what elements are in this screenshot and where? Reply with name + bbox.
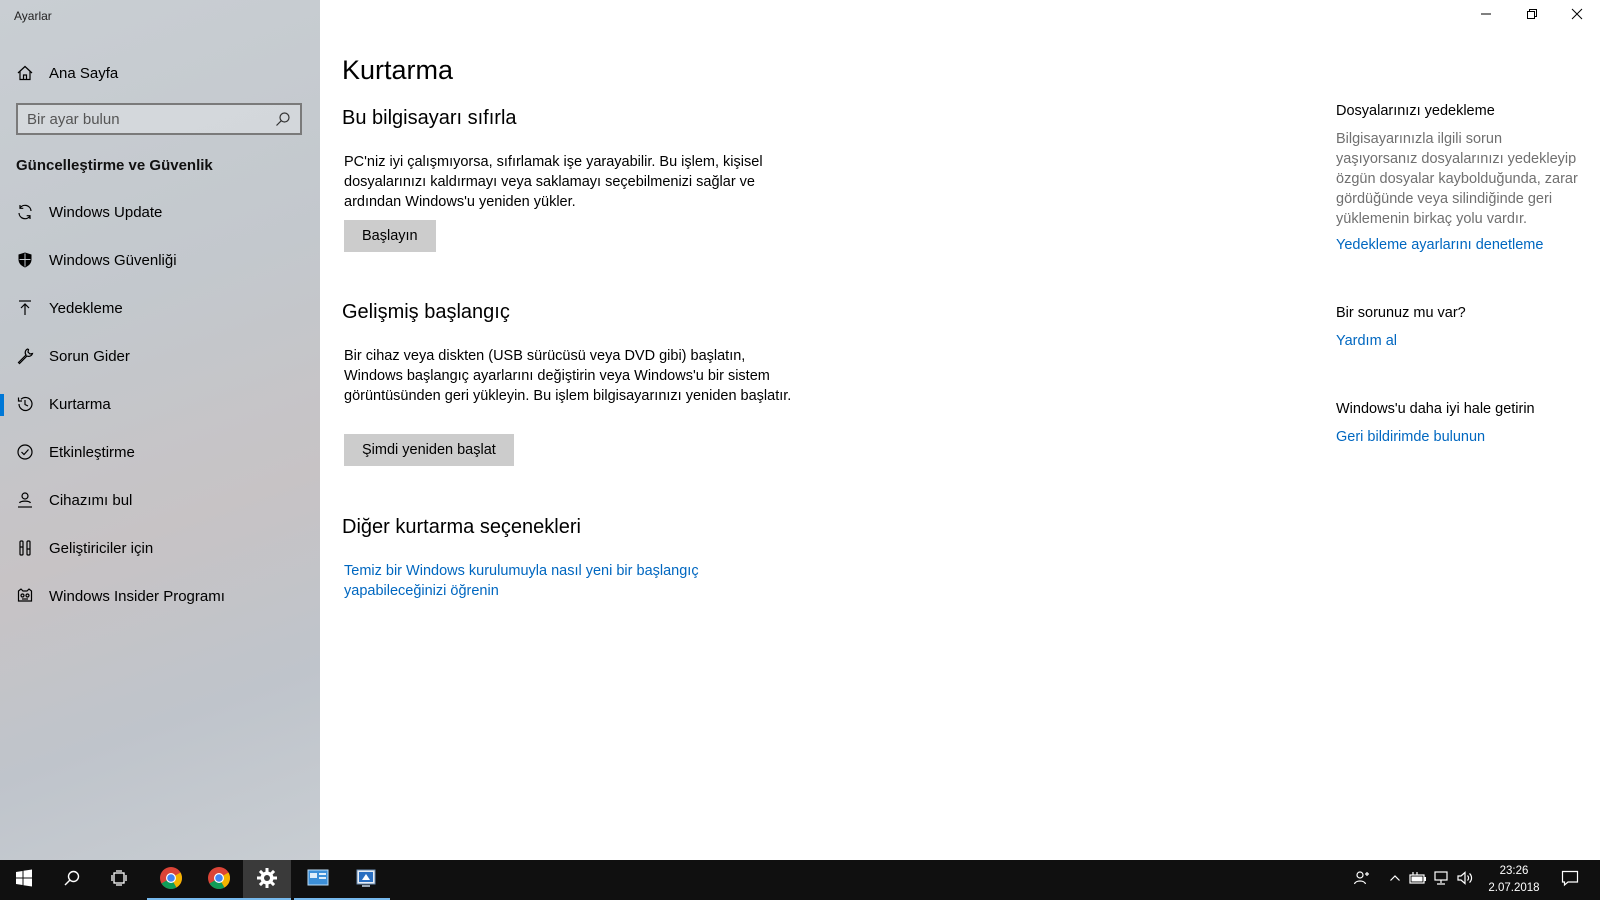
- network-button[interactable]: [1431, 860, 1451, 900]
- minimize-button[interactable]: [1463, 0, 1509, 32]
- restore-button[interactable]: [1509, 0, 1555, 32]
- sidebar-item-activation[interactable]: Etkinleştirme: [0, 428, 320, 476]
- sidebar: Ayarlar Ana Sayfa Güncelleştirme ve Güve…: [0, 0, 320, 860]
- people-icon: [1353, 869, 1371, 892]
- sidebar-item-troubleshoot[interactable]: Sorun Gider: [0, 332, 320, 380]
- close-icon: [1571, 7, 1583, 25]
- chevron-up-icon: [1389, 871, 1401, 889]
- reset-pc-heading: Bu bilgisayarı sıfırla: [342, 107, 517, 129]
- sidebar-item-label: Windows Update: [49, 203, 163, 221]
- start-icon: [15, 869, 33, 892]
- settings-gear-icon: [256, 867, 278, 894]
- home-label: Ana Sayfa: [49, 64, 119, 82]
- battery-button[interactable]: [1408, 860, 1428, 900]
- person-locate-icon: [16, 491, 34, 509]
- shield-icon: [16, 251, 34, 269]
- volume-button[interactable]: [1455, 860, 1475, 900]
- sidebar-item-recovery[interactable]: Kurtarma: [0, 380, 320, 428]
- other-recovery-heading: Diğer kurtarma seçenekleri: [342, 516, 581, 538]
- network-icon: [1432, 870, 1450, 891]
- app-title: Ayarlar: [14, 9, 52, 23]
- app-icon: [355, 867, 377, 894]
- taskbar-settings-button[interactable]: [243, 860, 291, 900]
- action-center-icon: [1561, 869, 1579, 892]
- sidebar-item-label: Windows Insider Programı: [49, 587, 225, 605]
- home-icon: [16, 64, 34, 82]
- backup-files-description: Bilgisayarınızla ilgili sorun yaşıyorsan…: [1336, 131, 1578, 227]
- history-icon: [16, 395, 34, 413]
- search-icon[interactable]: [274, 110, 292, 128]
- restore-icon: [1526, 7, 1538, 25]
- volume-icon: [1456, 870, 1474, 891]
- improve-windows-title: Windows'u daha iyi hale getirin: [1336, 401, 1535, 417]
- page-title: Kurtarma: [342, 55, 454, 85]
- check-circle-icon: [16, 443, 34, 461]
- refresh-icon: [16, 203, 34, 221]
- chrome-icon: [207, 866, 231, 895]
- reset-get-started-button[interactable]: Başlayın: [344, 220, 436, 252]
- search-icon: [63, 869, 81, 892]
- search-input[interactable]: [27, 110, 257, 128]
- sidebar-item-label: Etkinleştirme: [49, 443, 135, 461]
- clock-time: 23:26: [1499, 865, 1529, 877]
- sidebar-item-windows-insider[interactable]: Windows Insider Programı: [0, 572, 320, 620]
- taskbar-chrome-button-2[interactable]: [195, 860, 243, 900]
- developer-tools-icon: [16, 539, 34, 557]
- upload-arrow-icon: [16, 299, 34, 317]
- sidebar-item-label: Kurtarma: [49, 395, 111, 413]
- chrome-icon: [159, 866, 183, 895]
- settings-search-box[interactable]: [16, 103, 302, 135]
- section-heading: Güncelleştirme ve Güvenlik: [16, 157, 213, 174]
- taskbar-search-button[interactable]: [48, 860, 96, 900]
- sidebar-item-label: Yedekleme: [49, 299, 123, 317]
- advanced-startup-description: Bir cihaz veya diskten (USB sürücüsü vey…: [344, 348, 792, 404]
- fresh-start-link[interactable]: Temiz bir Windows kurulumuyla nasıl yeni…: [344, 561, 744, 601]
- give-feedback-link[interactable]: Geri bildirimde bulunun: [1336, 429, 1485, 445]
- restart-now-button[interactable]: Şimdi yeniden başlat: [344, 434, 514, 466]
- control-panel-icon: [307, 868, 329, 893]
- sidebar-item-label: Geliştiriciler için: [49, 539, 154, 557]
- taskbar-app-button[interactable]: [342, 860, 390, 900]
- sidebar-item-windows-update[interactable]: Windows Update: [0, 188, 320, 236]
- show-hidden-icons-button[interactable]: [1385, 860, 1405, 900]
- battery-icon: [1409, 871, 1427, 890]
- sidebar-item-label: Windows Güvenliği: [49, 251, 177, 269]
- sidebar-item-label: Cihazımı bul: [49, 491, 133, 509]
- close-button[interactable]: [1554, 0, 1600, 32]
- task-view-icon: [111, 869, 129, 892]
- sidebar-item-windows-security[interactable]: Windows Güvenliği: [0, 236, 320, 284]
- home-link[interactable]: Ana Sayfa: [16, 62, 118, 84]
- task-view-button[interactable]: [96, 860, 144, 900]
- question-title: Bir sorunuz mu var?: [1336, 305, 1466, 321]
- taskbar-control-panel-button[interactable]: [294, 860, 342, 900]
- sidebar-item-backup[interactable]: Yedekleme: [0, 284, 320, 332]
- sidebar-item-find-my-device[interactable]: Cihazımı bul: [0, 476, 320, 524]
- taskbar: 23:26 2.07.2018: [0, 860, 1600, 900]
- clock-date: 2.07.2018: [1488, 882, 1540, 894]
- action-center-button[interactable]: [1552, 860, 1588, 900]
- insider-cat-icon: [16, 587, 34, 605]
- get-help-link[interactable]: Yardım al: [1336, 333, 1397, 349]
- wrench-icon: [16, 347, 34, 365]
- people-button[interactable]: [1350, 860, 1374, 900]
- advanced-startup-heading: Gelişmiş başlangıç: [342, 301, 510, 323]
- sidebar-item-for-developers[interactable]: Geliştiriciler için: [0, 524, 320, 572]
- backup-files-title: Dosyalarınızı yedekleme: [1336, 103, 1495, 119]
- sidebar-item-label: Sorun Gider: [49, 347, 130, 365]
- minimize-icon: [1480, 7, 1492, 25]
- taskbar-chrome-button[interactable]: [147, 860, 195, 900]
- sidebar-nav: Windows Update Windows Güvenliği Yedekle…: [0, 188, 320, 620]
- reset-pc-description: PC'niz iyi çalışmıyorsa, sıfırlamak işe …: [344, 154, 763, 210]
- backup-settings-link[interactable]: Yedekleme ayarlarını denetleme: [1336, 237, 1543, 253]
- taskbar-clock[interactable]: 23:26 2.07.2018: [1484, 863, 1544, 897]
- start-button[interactable]: [0, 860, 48, 900]
